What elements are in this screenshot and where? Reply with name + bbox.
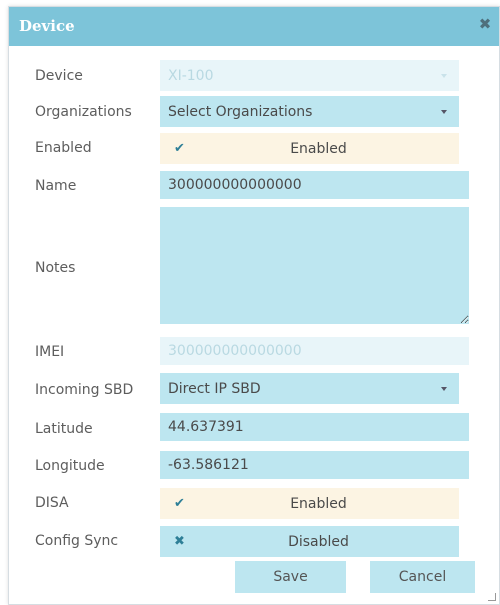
- device-select: XI-100: [160, 60, 459, 91]
- incoming-sbd-label: Incoming SBD: [35, 382, 134, 398]
- enabled-label: Enabled: [35, 140, 92, 156]
- disa-label: DISA: [35, 495, 69, 511]
- notes-textarea[interactable]: [160, 207, 469, 324]
- dialog-title: Device: [19, 17, 75, 35]
- organizations-select[interactable]: Select Organizations: [160, 96, 459, 127]
- imei-value: 300000000000000: [168, 343, 302, 359]
- cancel-button[interactable]: Cancel: [370, 561, 475, 593]
- notes-label: Notes: [35, 260, 76, 276]
- device-label: Device: [35, 68, 83, 84]
- name-value: 300000000000000: [168, 177, 302, 193]
- imei-input: 300000000000000: [160, 337, 469, 365]
- enabled-toggle[interactable]: ✔ Enabled: [160, 133, 459, 164]
- config-sync-state: Disabled: [288, 533, 349, 550]
- longitude-label: Longitude: [35, 458, 105, 474]
- latitude-input[interactable]: 44.637391: [160, 413, 469, 441]
- longitude-value: -63.586121: [168, 457, 249, 473]
- latitude-value: 44.637391: [168, 419, 244, 435]
- config-sync-label: Config Sync: [35, 533, 119, 549]
- organizations-label: Organizations: [35, 104, 132, 120]
- name-input[interactable]: 300000000000000: [160, 171, 469, 199]
- incoming-sbd-select[interactable]: Direct IP SBD: [160, 373, 459, 404]
- save-button[interactable]: Save: [235, 561, 346, 593]
- longitude-input[interactable]: -63.586121: [160, 451, 469, 479]
- chevron-down-icon: [441, 109, 447, 114]
- resize-grip-icon[interactable]: [488, 593, 496, 601]
- chevron-down-icon: [441, 386, 447, 391]
- organizations-value: Select Organizations: [168, 103, 313, 120]
- disa-toggle[interactable]: ✔ Enabled: [160, 488, 459, 519]
- latitude-label: Latitude: [35, 421, 93, 437]
- dialog-titlebar[interactable]: Device ✖: [9, 7, 499, 46]
- enabled-state: Enabled: [290, 140, 347, 157]
- imei-label: IMEI: [35, 344, 65, 360]
- config-sync-toggle[interactable]: ✖ Disabled: [160, 526, 459, 557]
- device-value: XI-100: [168, 67, 214, 84]
- chevron-down-icon: [441, 73, 447, 78]
- device-dialog: Device ✖ Device XI-100 Organizations Sel…: [8, 6, 500, 605]
- name-label: Name: [35, 178, 77, 194]
- incoming-sbd-value: Direct IP SBD: [168, 380, 261, 397]
- close-icon[interactable]: ✖: [477, 15, 493, 33]
- disa-state: Enabled: [290, 495, 347, 512]
